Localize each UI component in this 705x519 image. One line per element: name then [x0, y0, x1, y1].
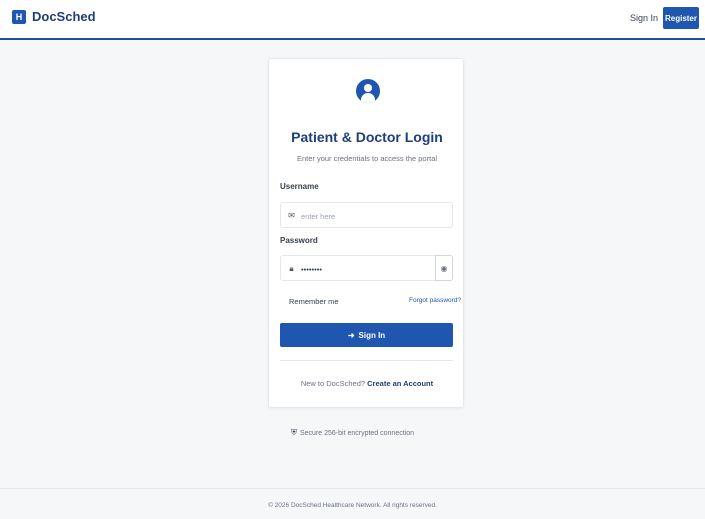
- signin-submit-button[interactable]: ➜ Sign In: [280, 323, 453, 347]
- username-input[interactable]: [301, 207, 426, 225]
- top-navbar: H DocSched Sign In Register: [0, 0, 705, 40]
- username-label: Username: [280, 182, 319, 191]
- create-account-prompt: New to DocSched? Create an Account: [269, 379, 465, 388]
- divider: [280, 360, 453, 361]
- login-card: Patient & Doctor Login Enter your creden…: [268, 58, 464, 408]
- create-account-link[interactable]: Create an Account: [367, 379, 433, 388]
- hospital-logo-icon: H: [12, 9, 26, 24]
- shield-icon: ⛨: [290, 428, 297, 437]
- security-note-text: Secure 256-bit encrypted connection: [299, 430, 415, 437]
- password-label: Password: [280, 236, 318, 245]
- remember-me-checkbox[interactable]: Remember me: [289, 297, 339, 306]
- password-field: 🔒︎ ◉: [280, 255, 453, 281]
- footer-copyright: © 2026 DocSched Healthcare Network. All …: [268, 502, 437, 509]
- lock-icon: 🔒︎: [289, 264, 294, 273]
- envelope-icon: ✉: [288, 211, 295, 220]
- forgot-password-link[interactable]: Forgot password?: [409, 297, 461, 304]
- sign-in-arrow-icon: ➜: [347, 330, 355, 340]
- signin-submit-label: Sign In: [358, 330, 386, 340]
- login-subtitle: Enter your credentials to access the por…: [296, 154, 438, 163]
- new-user-text: New to DocSched?: [300, 379, 366, 388]
- security-note: ⛨ Secure 256-bit encrypted connection: [0, 428, 705, 438]
- register-button[interactable]: Register: [663, 7, 699, 29]
- password-input[interactable]: [301, 260, 426, 278]
- toggle-password-button[interactable]: ◉: [435, 255, 453, 281]
- nav-signin-link[interactable]: Sign In: [630, 13, 658, 23]
- eye-icon: ◉: [440, 263, 448, 273]
- username-field: ✉: [280, 202, 453, 228]
- login-title: Patient & Doctor Login: [291, 129, 443, 145]
- brand-name: DocSched: [32, 9, 96, 24]
- footer-divider: [0, 488, 705, 489]
- user-avatar-icon: [356, 79, 380, 103]
- brand[interactable]: H DocSched: [12, 9, 96, 24]
